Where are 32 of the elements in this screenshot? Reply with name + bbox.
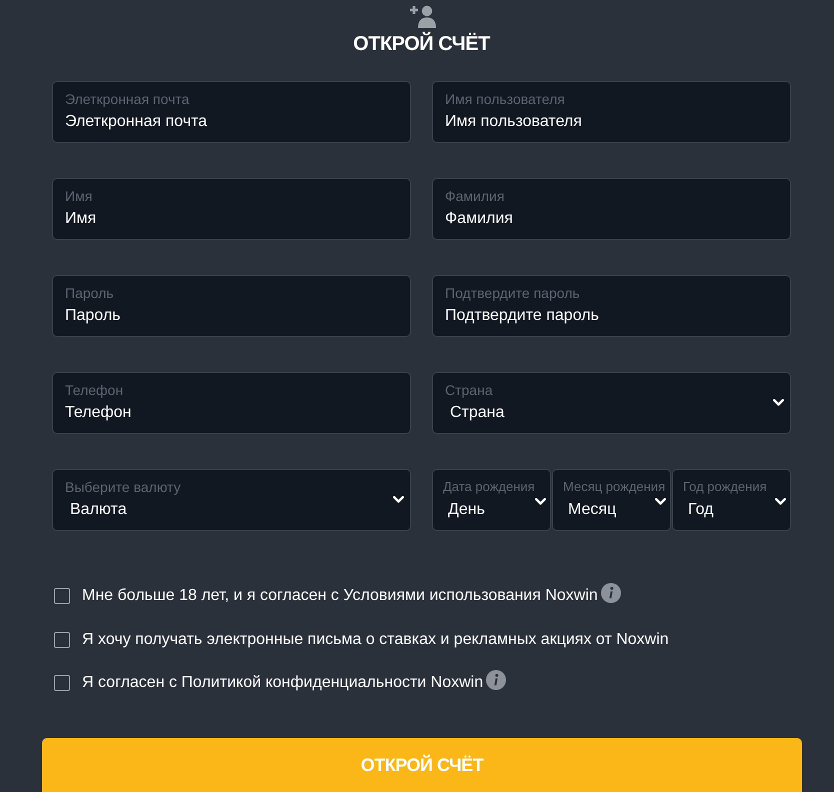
- dropdown-field[interactable]: Выберите валюту Валюта: [52, 469, 411, 531]
- checkbox[interactable]: [54, 675, 70, 691]
- field-label: Выберите валюту: [65, 479, 181, 495]
- chevron-down-icon: [393, 496, 404, 503]
- field-label: Телефон: [65, 382, 124, 398]
- info-icon[interactable]: [600, 583, 621, 603]
- field-label: Имя: [65, 188, 92, 204]
- field-label: Фамилия: [445, 188, 504, 204]
- form-title: ОТКРОЙ СЧЁТ: [353, 32, 490, 56]
- checkbox[interactable]: [54, 588, 70, 604]
- field-label: Пароль: [65, 285, 114, 301]
- field-label: Имя пользователя: [445, 91, 565, 107]
- checkbox-label: Я хочу получать электронные письма о ставках и рекламных акциях от Noxwin: [82, 630, 669, 650]
- dropdown-field[interactable]: Год рождения Год: [672, 469, 791, 531]
- chevron-down-icon: [773, 399, 784, 406]
- chevron-down-icon: [535, 498, 546, 505]
- chevron-down-icon: [775, 498, 786, 505]
- field-label: Год рождения: [683, 479, 767, 495]
- checkbox-label: Я согласен с Политикой конфиденциальности Noxwin: [82, 673, 484, 693]
- info-icon[interactable]: [486, 670, 506, 690]
- checkbox[interactable]: [54, 632, 70, 648]
- chevron-down-icon: [655, 498, 666, 505]
- field-label: Месяц рождения: [563, 479, 666, 495]
- dropdown-field[interactable]: Дата рождения День: [432, 469, 551, 531]
- field-label: Страна: [445, 382, 493, 398]
- add-user-icon: [410, 5, 436, 28]
- field-label: Подтвердите пароль: [445, 285, 580, 301]
- dropdown-field[interactable]: Месяц рождения Месяц: [552, 469, 671, 531]
- field-label: Дата рождения: [443, 479, 535, 495]
- checkbox-label: Мне больше 18 лет, и я согласен с Условиями использования Noxwin: [82, 586, 598, 606]
- dropdown-field[interactable]: Страна Страна: [432, 372, 791, 434]
- field-label: Элеткронная почта: [65, 91, 190, 107]
